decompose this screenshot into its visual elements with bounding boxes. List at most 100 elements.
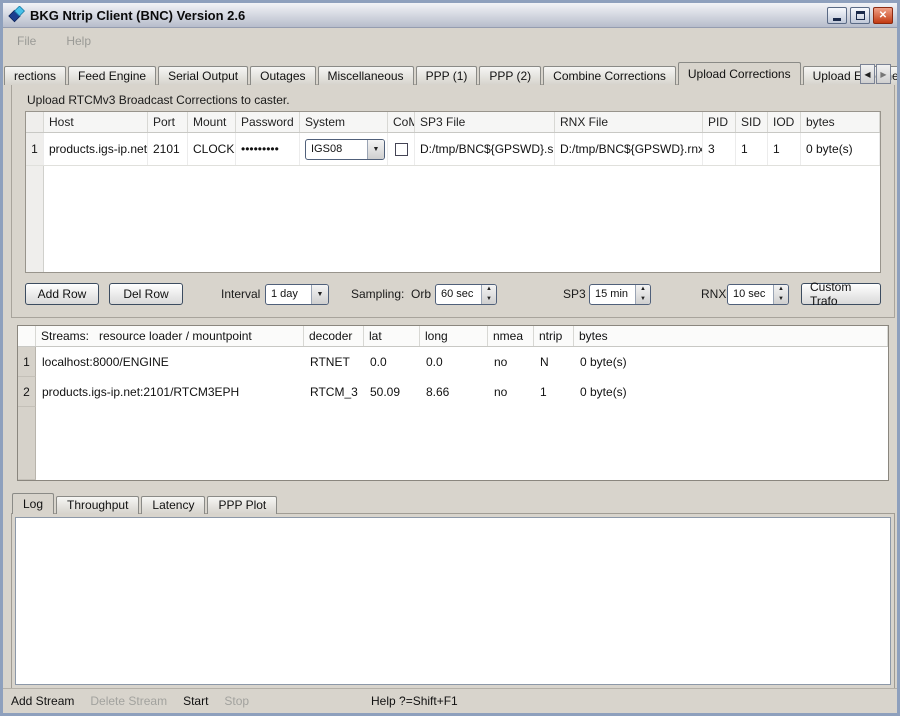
row-gutter	[26, 166, 44, 272]
spin-up-icon[interactable]: ▲	[774, 285, 788, 295]
tab-upload-corrections[interactable]: Upload Corrections	[678, 62, 801, 85]
com-cell	[388, 133, 415, 165]
spin-down-icon[interactable]: ▼	[482, 295, 496, 305]
lat-cell: 0.0	[364, 347, 420, 377]
col-header-lat: lat	[364, 326, 420, 346]
chevron-down-icon[interactable]: ▼	[367, 140, 384, 159]
log-panel	[11, 513, 895, 689]
header-corner	[26, 112, 44, 132]
custom-trafo-button[interactable]: Custom Trafo	[801, 283, 881, 305]
nmea-cell: no	[488, 347, 534, 377]
minimize-button[interactable]	[827, 7, 847, 24]
add-row-button[interactable]: Add Row	[25, 283, 99, 305]
tab-serial-output[interactable]: Serial Output	[158, 66, 248, 85]
tab-log[interactable]: Log	[12, 493, 54, 514]
start-action[interactable]: Start	[183, 694, 208, 708]
stop-action[interactable]: Stop	[224, 694, 249, 708]
interval-combobox[interactable]: 1 day ▼	[265, 284, 329, 305]
system-combobox[interactable]: IGS08 ▼	[305, 139, 385, 160]
spinner-arrows[interactable]: ▲ ▼	[773, 285, 788, 304]
bnc-app-icon	[7, 6, 25, 24]
tab-feed-engine[interactable]: Feed Engine	[68, 66, 156, 85]
row-number: 1	[18, 347, 36, 377]
system-value: IGS08	[306, 140, 367, 159]
tab-latency[interactable]: Latency	[141, 496, 205, 514]
streams-empty-area	[18, 407, 888, 480]
tab-ppp-1[interactable]: PPP (1)	[416, 66, 478, 85]
upload-table-header: Host Port Mount Password System CoM SP3 …	[26, 112, 880, 133]
col-header-com: CoM	[388, 112, 415, 132]
port-cell[interactable]: 2101	[148, 133, 188, 165]
del-row-button[interactable]: Del Row	[109, 283, 183, 305]
bytes-cell: 0 byte(s)	[801, 133, 880, 165]
tab-miscellaneous[interactable]: Miscellaneous	[318, 66, 414, 85]
upload-table-empty-area	[26, 166, 880, 272]
col-header-password: Password	[236, 112, 300, 132]
upload-description: Upload RTCMv3 Broadcast Corrections to c…	[27, 93, 290, 107]
com-checkbox[interactable]	[395, 143, 408, 156]
tab-ppp-2[interactable]: PPP (2)	[479, 66, 541, 85]
spin-down-icon[interactable]: ▼	[774, 295, 788, 305]
orb-spinbox[interactable]: 60 sec ▲ ▼	[435, 284, 497, 305]
col-header-pid: PID	[703, 112, 736, 132]
password-cell[interactable]: •••••••••	[236, 133, 300, 165]
sp3-file-cell[interactable]: D:/tmp/BNC${GPSWD}.sp3	[415, 133, 555, 165]
tab-scroll-right-icon[interactable]: ▶	[876, 64, 891, 84]
long-cell: 8.66	[420, 377, 488, 407]
lat-cell: 50.09	[364, 377, 420, 407]
col-header-bytes: bytes	[574, 326, 888, 346]
sp3-spinbox[interactable]: 15 min ▲ ▼	[589, 284, 651, 305]
host-cell[interactable]: products.igs-ip.net	[44, 133, 148, 165]
tab-broadcast-corrections[interactable]: rections	[4, 66, 66, 85]
spin-up-icon[interactable]: ▲	[636, 285, 650, 295]
menu-bar: File Help	[3, 30, 897, 52]
log-output[interactable]	[15, 517, 891, 685]
col-header-rnx-file: RNX File	[555, 112, 703, 132]
close-icon: ✕	[879, 10, 887, 21]
spin-up-icon[interactable]: ▲	[482, 285, 496, 295]
menu-help[interactable]: Help	[62, 32, 95, 50]
interval-label: Interval	[221, 287, 260, 301]
bytes-cell: 0 byte(s)	[574, 377, 888, 407]
col-header-sid: SID	[736, 112, 768, 132]
sid-cell[interactable]: 1	[736, 133, 768, 165]
spin-down-icon[interactable]: ▼	[636, 295, 650, 305]
sp3-value: 15 min	[590, 285, 635, 304]
stream-row[interactable]: 2 products.igs-ip.net:2101/RTCM3EPH RTCM…	[18, 377, 888, 407]
interval-value: 1 day	[266, 285, 311, 304]
tab-throughput[interactable]: Throughput	[56, 496, 139, 514]
help-hint: Help ?=Shift+F1	[371, 694, 458, 708]
header-corner	[18, 326, 36, 346]
tab-outages[interactable]: Outages	[250, 66, 315, 85]
nmea-cell: no	[488, 377, 534, 407]
mountpoint-cell: products.igs-ip.net:2101/RTCM3EPH	[36, 377, 304, 407]
delete-stream-action[interactable]: Delete Stream	[90, 694, 167, 708]
chevron-down-icon[interactable]: ▼	[311, 285, 328, 304]
mount-cell[interactable]: CLOCK	[188, 133, 236, 165]
menu-file[interactable]: File	[13, 32, 40, 50]
minimize-icon	[833, 18, 841, 21]
tab-combine-corrections[interactable]: Combine Corrections	[543, 66, 676, 85]
iod-cell[interactable]: 1	[768, 133, 801, 165]
maximize-icon	[856, 11, 865, 20]
stream-row[interactable]: 1 localhost:8000/ENGINE RTNET 0.0 0.0 no…	[18, 347, 888, 377]
tab-scroll-left-icon[interactable]: ◀	[860, 64, 875, 84]
bytes-cell: 0 byte(s)	[574, 347, 888, 377]
pid-cell[interactable]: 3	[703, 133, 736, 165]
title-bar[interactable]: BKG Ntrip Client (BNC) Version 2.6 ✕	[3, 3, 897, 28]
add-stream-action[interactable]: Add Stream	[11, 694, 74, 708]
maximize-button[interactable]	[850, 7, 870, 24]
decoder-cell: RTCM_3	[304, 377, 364, 407]
rnx-spinbox[interactable]: 10 sec ▲ ▼	[727, 284, 789, 305]
spinner-arrows[interactable]: ▲ ▼	[481, 285, 496, 304]
col-header-bytes: bytes	[801, 112, 880, 132]
streams-table: Streams: resource loader / mountpoint de…	[17, 325, 889, 481]
close-button[interactable]: ✕	[873, 7, 893, 24]
row-number: 2	[18, 377, 36, 407]
col-header-port: Port	[148, 112, 188, 132]
spinner-arrows[interactable]: ▲ ▼	[635, 285, 650, 304]
bnc-window: BKG Ntrip Client (BNC) Version 2.6 ✕ Fil…	[0, 0, 900, 716]
tab-ppp-plot[interactable]: PPP Plot	[207, 496, 277, 514]
rnx-file-cell[interactable]: D:/tmp/BNC${GPSWD}.rnx	[555, 133, 703, 165]
bottom-tabbar: Log Throughput Latency PPP Plot	[12, 493, 279, 514]
